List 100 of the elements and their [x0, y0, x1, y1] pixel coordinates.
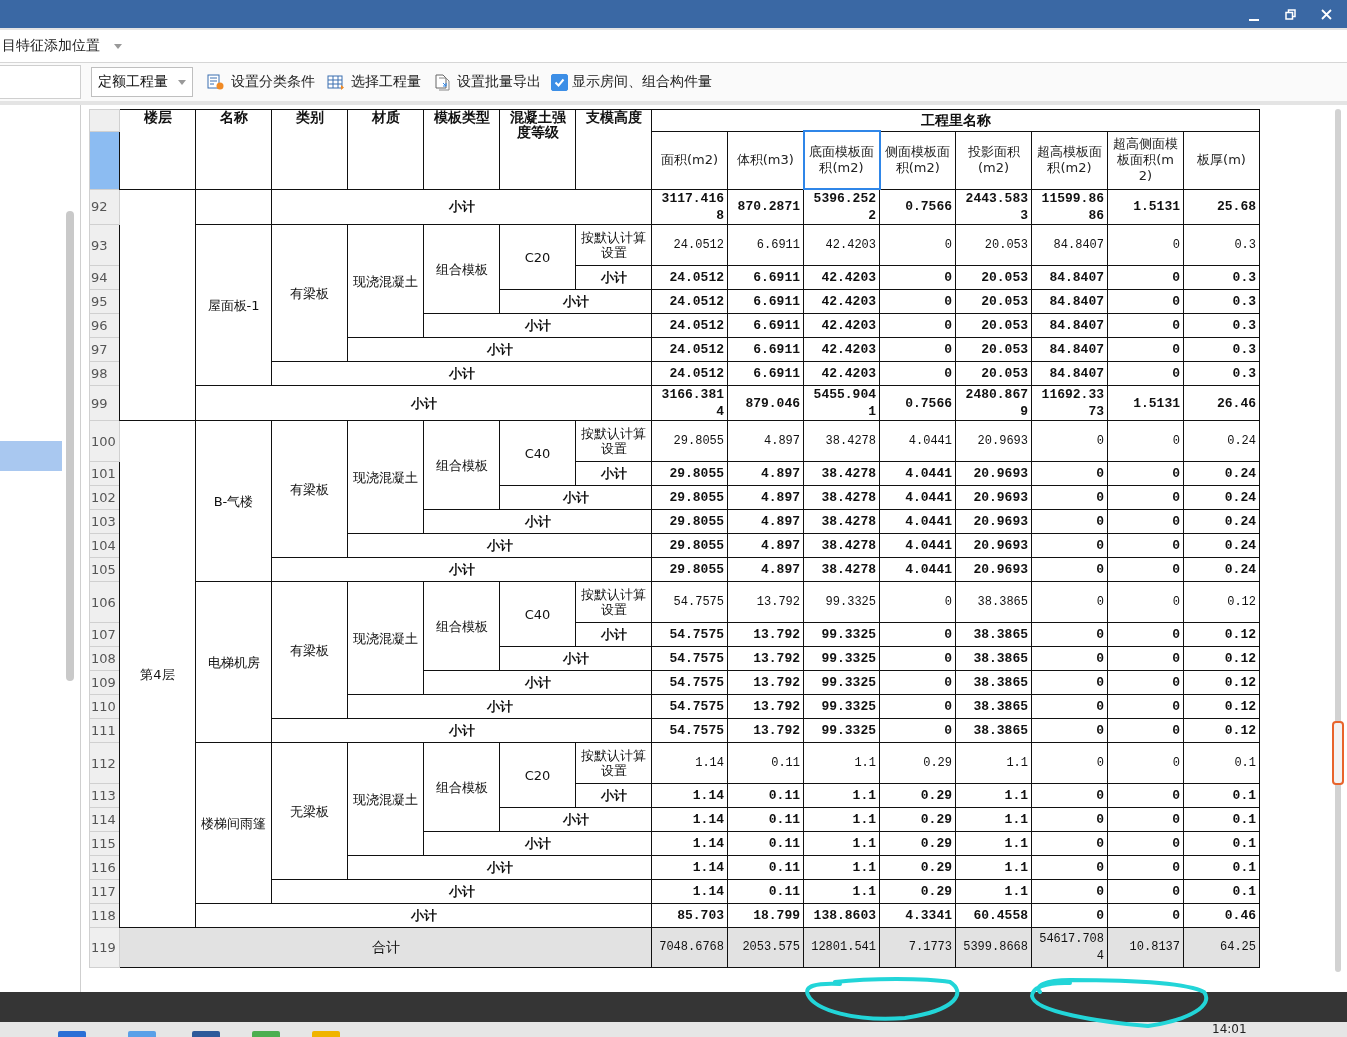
value-cell: 54617.7084: [1031, 927, 1108, 968]
table-cell: 按默认计算设置: [575, 742, 652, 784]
table-cell: 组合模板: [423, 420, 500, 510]
check-icon: [554, 76, 565, 88]
column-header[interactable]: 底面模板面积(m2): [803, 131, 880, 189]
column-header[interactable]: 侧面模板面积(m2): [879, 131, 956, 189]
value-cell: 99.3325: [803, 581, 880, 623]
column-header[interactable]: 超高模板面积(m2): [1031, 131, 1108, 189]
checkbox[interactable]: [551, 73, 568, 91]
value-cell: 0.11: [727, 742, 804, 784]
subtotal-cell: 小计: [499, 646, 652, 671]
value-cell: 2443.5833: [955, 189, 1032, 225]
taskbar-icon[interactable]: [252, 1031, 280, 1037]
column-header[interactable]: 投影面积(m2): [955, 131, 1032, 189]
subtotal-cell: 小计: [499, 485, 652, 510]
table-cell: 现浇混凝土: [347, 742, 424, 856]
subtotal-cell: 小计: [347, 533, 652, 558]
subtotal-cell: 小计: [271, 718, 652, 743]
taskbar-icon[interactable]: [58, 1031, 86, 1037]
value-cell: 0.24: [1183, 420, 1260, 462]
table-cell: 屋面板-1: [195, 224, 272, 386]
subtotal-cell: 小计: [271, 361, 652, 386]
toolbar-button[interactable]: 选择工程量: [321, 67, 427, 97]
table-cell: C40: [499, 420, 576, 486]
value-cell: 11599.8686: [1031, 189, 1108, 225]
subtotal-cell: 小计: [347, 337, 652, 362]
scrollbar-thumb[interactable]: [1332, 721, 1344, 785]
value-cell: 0.29: [879, 742, 956, 784]
value-cell: 5396.2522: [803, 189, 880, 225]
column-header[interactable]: 模板类型: [423, 109, 500, 189]
value-cell: 20.9693: [955, 420, 1032, 462]
value-cell: 7048.6768: [651, 927, 728, 968]
table-cell: 组合模板: [423, 581, 500, 671]
table-cell: 有梁板: [271, 224, 348, 362]
row-number: 104: [89, 533, 120, 558]
subtotal-cell: 小计: [423, 831, 652, 856]
value-cell: 38.3865: [955, 581, 1032, 623]
restore-icon: [1284, 8, 1296, 20]
toolbar-button[interactable]: 设置分类条件: [201, 67, 321, 97]
value-cell: 26.46: [1183, 385, 1260, 421]
taskbar-icon[interactable]: [192, 1031, 220, 1037]
value-cell: 7.1773: [879, 927, 956, 968]
row-number: 94: [89, 265, 120, 290]
table-cell: 第4层: [119, 420, 196, 928]
value-cell: 0: [1107, 581, 1184, 623]
taskbar-icon[interactable]: [128, 1031, 156, 1037]
left-field[interactable]: [0, 65, 81, 99]
value-cell: 24.0512: [651, 224, 728, 266]
row-number: 103: [89, 509, 120, 534]
table-cell: 按默认计算设置: [575, 224, 652, 266]
value-cell: 4.0441: [879, 420, 956, 462]
scrollbar-thumb[interactable]: [66, 211, 74, 681]
value-cell: 0.3: [1183, 224, 1260, 266]
value-cell: 13.792: [727, 581, 804, 623]
column-header[interactable]: 面积(m2): [651, 131, 728, 189]
value-cell: 10.8137: [1107, 927, 1184, 968]
column-header[interactable]: 超高侧面模板面积(m2): [1107, 131, 1184, 189]
row-number: 100: [89, 420, 120, 462]
total-cell: 合计: [119, 927, 652, 968]
column-header[interactable]: 体积(m3): [727, 131, 804, 189]
toolbar-button[interactable]: 设置批量导出: [427, 67, 547, 97]
quantity-type-dropdown[interactable]: 定额工程量: [91, 67, 193, 97]
table-cell: 组合模板: [423, 224, 500, 314]
column-header[interactable]: 楼层: [119, 109, 196, 189]
value-cell: 5399.8668: [955, 927, 1032, 968]
table-cell: 按默认计算设置: [575, 581, 652, 623]
column-header[interactable]: 材质: [347, 109, 424, 189]
column-header[interactable]: 板厚(m): [1183, 131, 1260, 189]
subtotal-cell: 小计: [271, 557, 652, 582]
value-cell: 5455.9041: [803, 385, 880, 421]
row-number: 108: [89, 646, 120, 671]
subtotal-cell: 小计: [423, 313, 652, 338]
row-header[interactable]: [89, 131, 120, 189]
subtotal-cell: 小计: [423, 670, 652, 695]
row-number: 92: [89, 189, 120, 225]
value-cell: 1.1: [955, 742, 1032, 784]
documents-icon: [433, 73, 451, 91]
value-cell: 0: [1031, 420, 1108, 462]
subtotal-cell: 小计: [271, 189, 652, 225]
column-header[interactable]: 类别: [271, 109, 348, 189]
table-cell: 有梁板: [271, 581, 348, 719]
column-header[interactable]: 支模高度: [575, 109, 652, 189]
row-number: 98: [89, 361, 120, 386]
table-cell: 现浇混凝土: [347, 420, 424, 534]
row-number: 112: [89, 742, 120, 784]
value-cell: 1.1: [803, 742, 880, 784]
value-cell: 1.5131: [1107, 385, 1184, 421]
value-cell: 11692.3373: [1031, 385, 1108, 421]
column-header[interactable]: 名称: [195, 109, 272, 189]
show-rooms-checkbox[interactable]: 显示房间、组合构件量: [551, 73, 712, 91]
row-number: 119: [89, 927, 120, 968]
column-header[interactable]: 混凝土强度等级: [499, 109, 576, 189]
value-cell: 879.046: [727, 385, 804, 421]
table-icon: [327, 73, 345, 91]
table-cell: 有梁板: [271, 420, 348, 558]
value-cell: 64.25: [1183, 927, 1260, 968]
value-cell: 0.1: [1183, 742, 1260, 784]
taskbar-icon[interactable]: [312, 1031, 340, 1037]
settings-table-icon: [207, 73, 225, 91]
selected-row[interactable]: [0, 441, 62, 471]
